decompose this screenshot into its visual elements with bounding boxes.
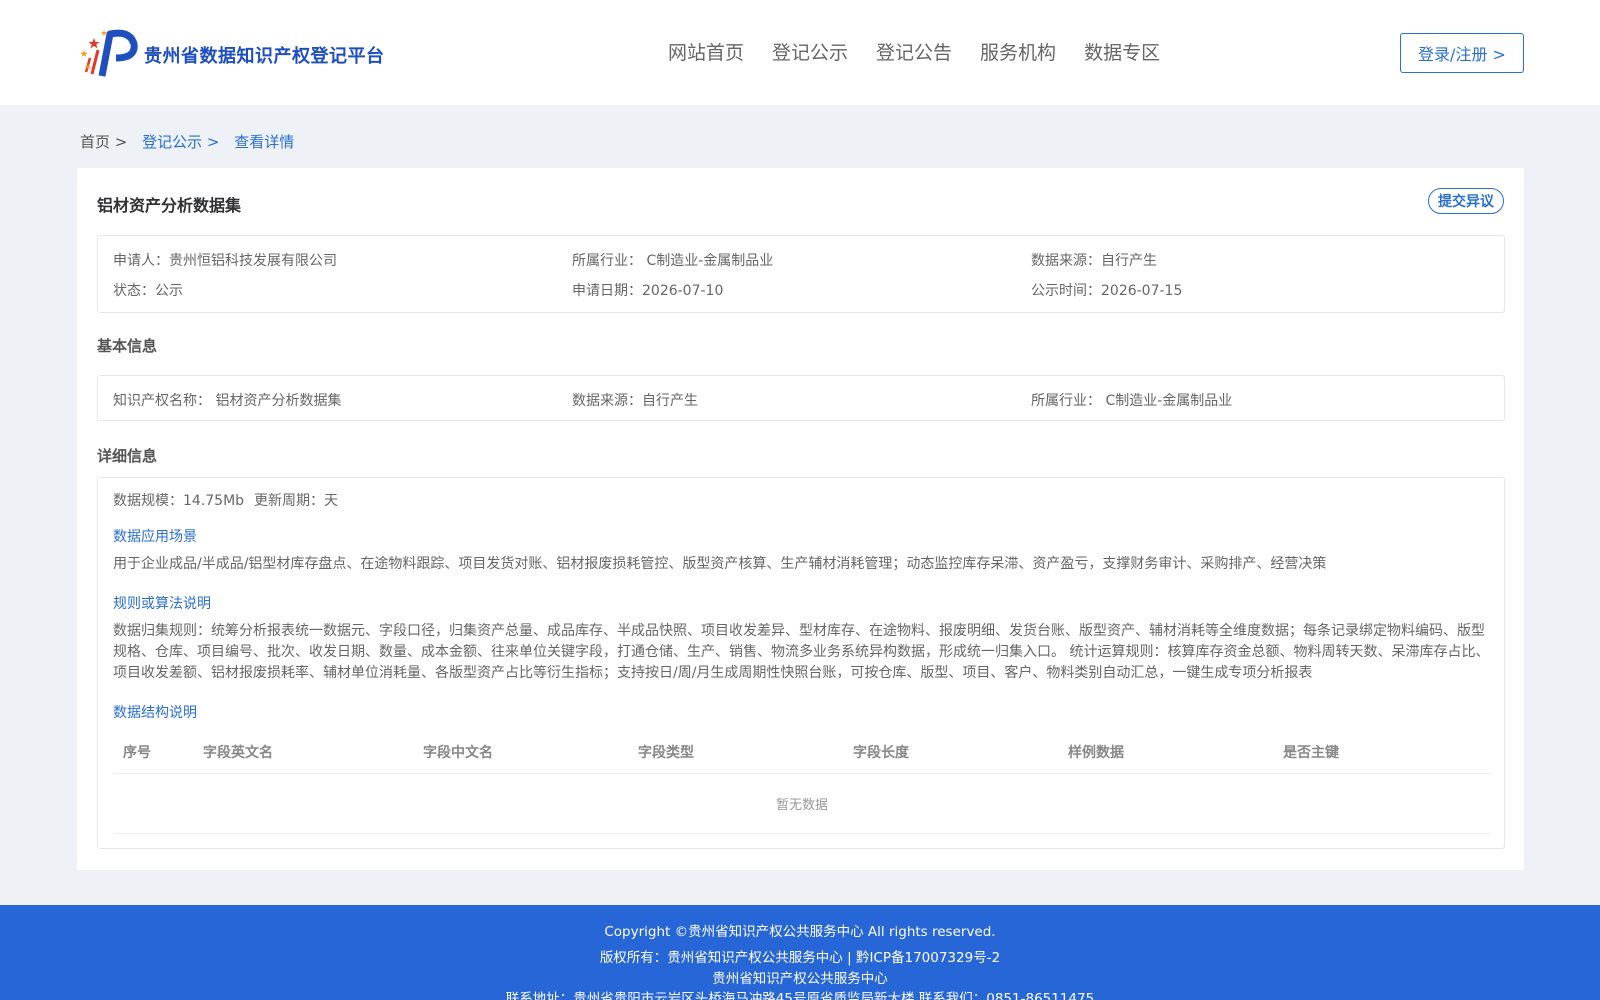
th-english-name: 字段英文名 bbox=[203, 745, 273, 761]
breadcrumb-current: 查看详情 bbox=[234, 133, 295, 151]
detail-info-heading: 详细信息 bbox=[97, 447, 158, 465]
summary-box: 申请人：贵州恒铝科技发展有限公司 所属行业： C制造业-金属制品业 数据来源：自… bbox=[97, 235, 1505, 313]
field-table-header: 序号 字段英文名 字段中文名 字段类型 字段长度 样例数据 是否主键 bbox=[113, 730, 1491, 774]
th-field-type: 字段类型 bbox=[638, 745, 694, 761]
footer-copyright: Copyright ©贵州省知识产权公共服务中心 All rights rese… bbox=[604, 924, 996, 940]
footer-contact: 联系地址：贵州省贵阳市云岩区头桥海马冲路45号原省质监局新大楼 联系我们：085… bbox=[505, 991, 1095, 1000]
th-field-length: 字段长度 bbox=[853, 745, 909, 761]
detail-info-box: 数据规模：14.75Mb 更新周期：天 数据应用场景 用于企业成品/半成品/铝型… bbox=[97, 477, 1505, 849]
record-title: 铝材资产分析数据集 bbox=[97, 196, 242, 215]
footer-owner: 版权所有：贵州省知识产权公共服务中心 | 黔ICP备17007329号-2 bbox=[599, 950, 1001, 966]
rules-text: 数据归集规则：统筹分析报表统一数据元、字段口径，归集资产总量、成品库存、半成品快… bbox=[113, 623, 1490, 681]
submit-objection-button[interactable]: 提交异议 bbox=[1428, 188, 1504, 214]
ip-name: 知识产权名称： 铝材资产分析数据集 bbox=[113, 393, 342, 409]
th-chinese-name: 字段中文名 bbox=[423, 745, 493, 761]
main-nav: 网站首页 登记公示 登记公告 服务机构 数据专区 bbox=[668, 38, 1160, 65]
update-cycle: 更新周期：天 bbox=[254, 493, 338, 509]
rules-heading: 规则或算法说明 bbox=[113, 596, 211, 612]
nav-registration-publicity[interactable]: 登记公示 bbox=[772, 38, 848, 65]
record-detail-card: 铝材资产分析数据集 提交异议 申请人：贵州恒铝科技发展有限公司 所属行业： C制… bbox=[77, 168, 1524, 870]
basic-data-source: 数据来源：自行产生 bbox=[572, 393, 698, 409]
nav-data-zone[interactable]: 数据专区 bbox=[1084, 38, 1160, 65]
status: 状态：公示 bbox=[113, 283, 183, 299]
empty-state: 暂无数据 bbox=[775, 798, 828, 813]
industry: 所属行业： C制造业-金属制品业 bbox=[572, 253, 774, 269]
site-header: 贵州省数据知识产权登记平台 网站首页 登记公示 登记公告 服务机构 数据专区 登… bbox=[0, 0, 1600, 105]
field-table-body: 暂无数据 bbox=[113, 774, 1491, 834]
nav-service-agencies[interactable]: 服务机构 bbox=[980, 38, 1056, 65]
data-scale: 数据规模：14.75Mb bbox=[113, 493, 245, 509]
th-sample-data: 样例数据 bbox=[1068, 745, 1124, 761]
publish-time: 公示时间：2026-07-15 bbox=[1031, 283, 1183, 299]
basic-info-heading: 基本信息 bbox=[97, 337, 158, 355]
applicant: 申请人：贵州恒铝科技发展有限公司 bbox=[113, 253, 337, 269]
footer-org: 贵州省知识产权公共服务中心 bbox=[712, 971, 888, 987]
login-register-button[interactable]: 登录/注册 > bbox=[1400, 33, 1524, 73]
site-footer: Copyright ©贵州省知识产权公共服务中心 All rights rese… bbox=[0, 905, 1600, 1000]
breadcrumb: 首页 > 登记公示 > 查看详情 bbox=[80, 131, 304, 152]
brand-title[interactable]: 贵州省数据知识产权登记平台 bbox=[144, 42, 385, 68]
scenario-text: 用于企业成品/半成品/铝型材库存盘点、在途物料跟踪、项目发货对账、铝材报废损耗管… bbox=[113, 556, 1327, 572]
basic-info-box: 知识产权名称： 铝材资产分析数据集 数据来源：自行产生 所属行业： C制造业-金… bbox=[97, 375, 1505, 421]
data-source: 数据来源：自行产生 bbox=[1031, 253, 1157, 269]
structure-heading: 数据结构说明 bbox=[113, 705, 197, 721]
nav-home[interactable]: 网站首页 bbox=[668, 38, 744, 65]
nav-registration-announcement[interactable]: 登记公告 bbox=[876, 38, 952, 65]
th-index: 序号 bbox=[123, 745, 151, 761]
breadcrumb-home[interactable]: 首页 > bbox=[80, 133, 127, 151]
basic-industry: 所属行业： C制造业-金属制品业 bbox=[1031, 393, 1233, 409]
th-primary-key: 是否主键 bbox=[1283, 745, 1339, 761]
site-logo-icon[interactable] bbox=[80, 28, 138, 78]
apply-date: 申请日期：2026-07-10 bbox=[572, 283, 724, 299]
breadcrumb-publicity[interactable]: 登记公示 > bbox=[142, 133, 219, 151]
scenario-heading: 数据应用场景 bbox=[113, 529, 197, 545]
